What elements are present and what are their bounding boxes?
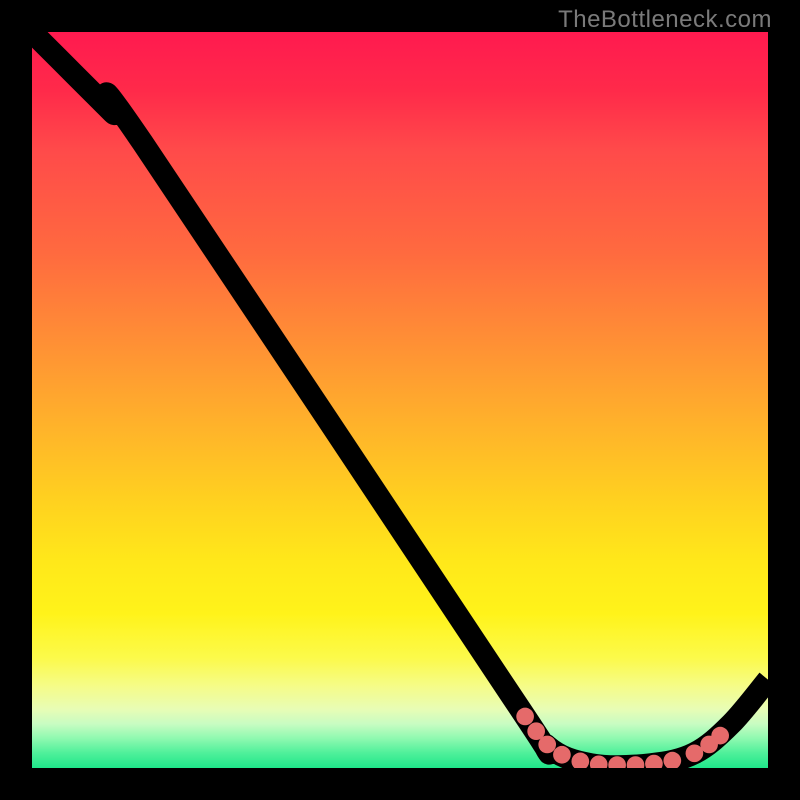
chart-stage: TheBottleneck.com	[0, 0, 800, 800]
attribution-text: TheBottleneck.com	[558, 6, 772, 34]
plot-area	[32, 32, 768, 768]
data-marker	[686, 744, 704, 762]
data-marker	[516, 708, 534, 726]
data-marker	[711, 727, 729, 745]
bottleneck-curve	[32, 32, 768, 766]
chart-svg	[32, 32, 768, 768]
data-marker	[538, 736, 556, 754]
data-marker	[553, 746, 571, 764]
